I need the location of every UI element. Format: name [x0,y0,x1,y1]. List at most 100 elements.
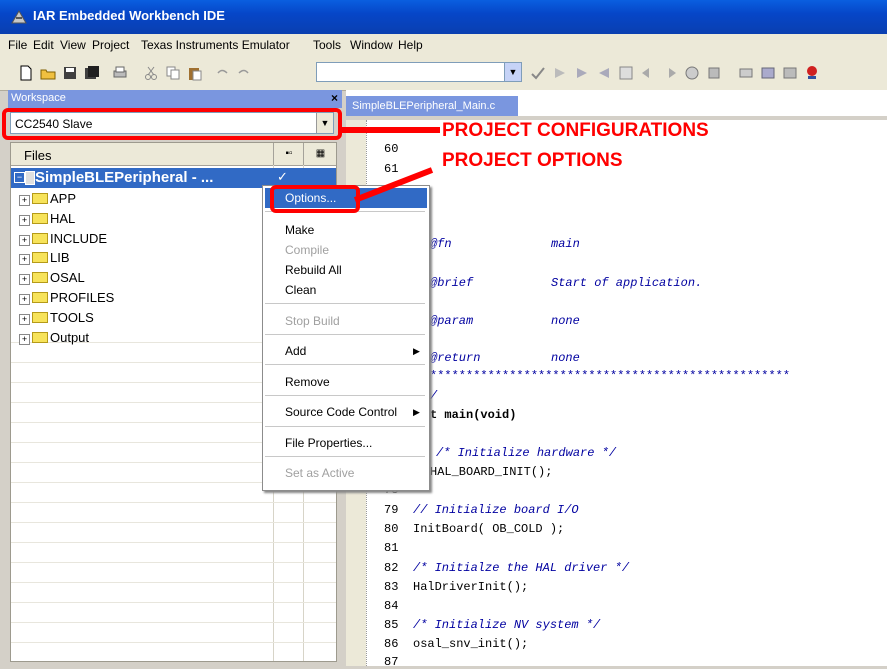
tree-item-osal[interactable]: + OSAL [19,270,85,288]
tree-item-include[interactable]: + INCLUDE [19,231,107,249]
check-icon[interactable] [530,65,546,81]
compile-icon[interactable] [684,65,700,81]
menu-item-set-as-active[interactable]: Set as Active [285,466,354,480]
submenu-arrow-icon: ▶ [413,407,420,417]
line-number: 60 [384,142,399,156]
tree-item-hal[interactable]: + HAL [19,211,75,229]
workspace-title: Workspace [11,92,66,104]
project-name: SimpleBLEPeripheral - ... [35,169,214,186]
paste-icon[interactable] [187,65,203,81]
expand-icon[interactable]: + [19,215,30,226]
title-bar: IAR Embedded Workbench IDE [0,0,887,34]
menu-view[interactable]: View [60,38,86,52]
breakpoint-icon[interactable] [804,65,820,81]
find-icon[interactable] [618,65,634,81]
code-line: InitBoard( OB_COLD ); [413,522,565,536]
code-comment: // Initialize board I/O [413,503,579,517]
expand-icon[interactable]: + [19,274,30,285]
line-number: 85 [384,618,399,632]
editor-tab[interactable]: SimpleBLEPeripheral_Main.c [346,96,518,116]
go-back-icon[interactable] [640,65,656,81]
menu-edit[interactable]: Edit [33,38,54,52]
code-comment: /* Initialize NV system */ [413,618,601,632]
menu-item-source-code-control[interactable]: Source Code Control [285,405,397,419]
copy-icon[interactable] [165,65,181,81]
menu-ti-emulator[interactable]: Texas Instruments Emulator [141,38,290,52]
save-icon[interactable] [62,65,78,81]
tree-item-label: Output [50,330,90,345]
line-number: 61 [384,162,399,176]
expand-icon[interactable]: + [19,254,30,265]
tree-item-output[interactable]: + Output [19,330,89,348]
expand-icon[interactable]: + [19,334,30,345]
redo-icon[interactable] [236,65,252,81]
menu-item-remove[interactable]: Remove [285,375,330,389]
cut-icon[interactable] [143,65,159,81]
tree-item-app[interactable]: + APP [19,191,76,209]
menu-separator [265,303,425,304]
expand-icon[interactable]: + [19,314,30,325]
chevron-down-icon[interactable]: ▼ [504,63,521,81]
tree-item-label: TOOLS [50,310,94,325]
tree-item-profiles[interactable]: + PROFILES [19,290,114,308]
tree-item-tools[interactable]: + TOOLS [19,310,94,328]
code-doc-tag: @brief [430,276,474,290]
debug-icon[interactable] [738,65,754,81]
menu-item-make[interactable]: Make [285,223,314,237]
menu-file[interactable]: File [8,38,27,52]
menu-tools[interactable]: Tools [313,38,341,52]
go-forward-icon[interactable] [662,65,678,81]
code-doc-tag: @return [430,351,481,365]
prev-bookmark-icon[interactable] [596,65,612,81]
bookmark-icon[interactable] [552,65,568,81]
line-number: 87 [384,655,399,669]
project-icon [25,171,35,185]
menu-separator [265,426,425,427]
tree-item-label: INCLUDE [50,231,108,246]
checkmark-icon: ✓ [277,169,288,184]
menu-item-compile[interactable]: Compile [285,243,329,257]
folder-icon [32,292,48,303]
line-number: 86 [384,637,399,651]
new-file-icon[interactable] [18,65,34,81]
menu-bar: File Edit View Project Texas Instruments… [0,34,887,56]
debug-without-download-icon[interactable] [782,65,798,81]
row-line [11,582,336,583]
find-combo[interactable]: ▼ [316,62,522,82]
open-folder-icon[interactable] [40,65,56,81]
menu-project[interactable]: Project [92,38,129,52]
print-icon[interactable] [112,65,128,81]
menu-separator [265,456,425,457]
annotation-box-options [270,185,360,213]
sort-icon[interactable]: ▪▫ [273,143,304,165]
expand-icon[interactable]: + [19,294,30,305]
code-main-signature: t main(void) [430,408,517,422]
close-icon[interactable]: × [331,91,338,105]
line-number: 80 [384,522,399,536]
collapse-icon[interactable]: − [14,172,25,183]
folder-icon [32,193,48,204]
menu-item-clean[interactable]: Clean [285,283,316,297]
tree-item-lib[interactable]: + LIB [19,250,70,268]
expand-icon[interactable]: + [19,195,30,206]
menu-window[interactable]: Window [350,38,393,52]
options-column-icon[interactable]: ▦ [303,143,336,165]
download-debug-icon[interactable] [760,65,776,81]
row-line [11,642,336,643]
menu-item-file-properties[interactable]: File Properties... [285,436,372,450]
make-icon[interactable] [706,65,722,81]
menu-item-stop-build[interactable]: Stop Build [285,314,340,328]
workspace-header: Workspace × [8,90,342,108]
menu-item-rebuild-all[interactable]: Rebuild All [285,263,342,277]
undo-icon[interactable] [214,65,230,81]
code-doc-value: Start of application. [551,276,703,290]
save-all-icon[interactable] [84,65,100,81]
annotation-box-configurations [2,108,342,140]
next-bookmark-icon[interactable] [574,65,590,81]
code-doc-value: none [551,351,580,365]
row-line [11,602,336,603]
expand-icon[interactable]: + [19,235,30,246]
code-doc-value: none [551,314,580,328]
menu-help[interactable]: Help [398,38,423,52]
menu-item-add[interactable]: Add [285,344,306,358]
